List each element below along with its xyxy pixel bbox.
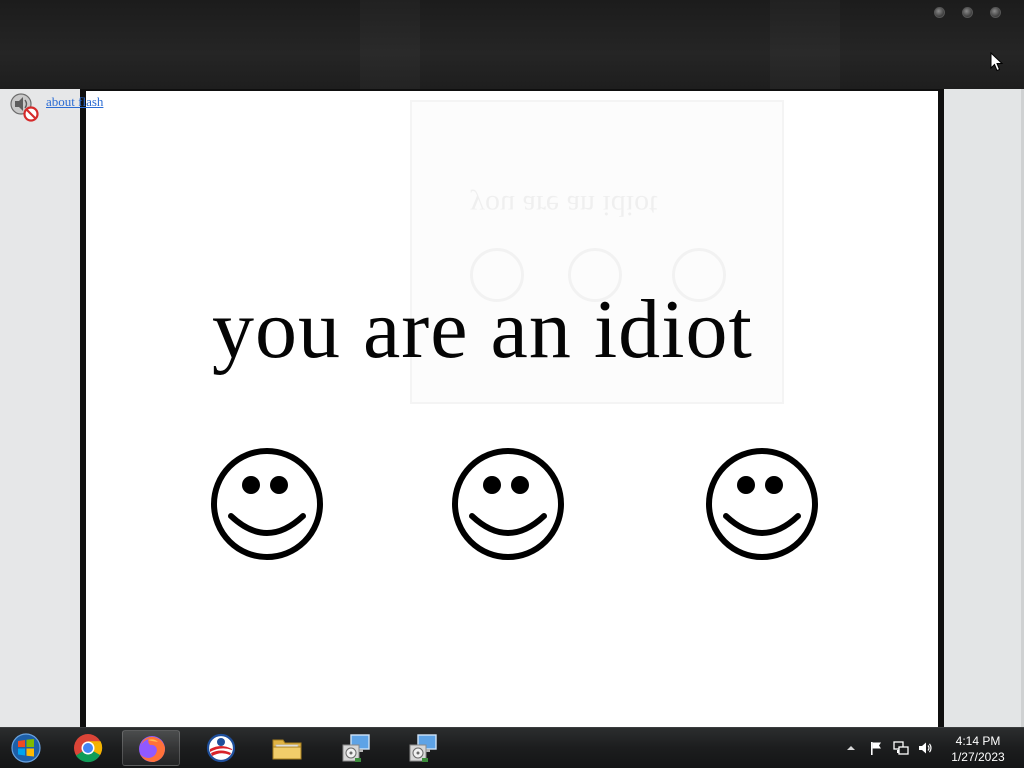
clock-date: 1/27/2023 (951, 750, 1005, 764)
maximize-icon[interactable] (962, 7, 973, 18)
mouse-cursor-icon (990, 52, 1004, 72)
taskbar-chrome[interactable] (59, 730, 117, 766)
clock-time: 4:14 PM (955, 734, 1001, 748)
volume-icon[interactable] (917, 740, 933, 756)
taskbar-installer-2[interactable] (393, 730, 451, 766)
smiley-face-icon (211, 448, 323, 560)
ghost-frame (770, 0, 840, 89)
show-hidden-icons-arrow[interactable] (846, 743, 856, 753)
taskbar: 4:14 PM 1/27/2023 (0, 727, 1024, 768)
taskbar-file-explorer[interactable] (258, 730, 316, 766)
start-button[interactable] (0, 730, 58, 766)
chrome-icon (74, 734, 103, 763)
folder-icon (272, 739, 302, 760)
ghost-headline: you are an idiot (470, 189, 658, 222)
minimize-icon[interactable] (934, 7, 945, 18)
installer-icon (409, 734, 437, 762)
windows-logo-icon (11, 733, 41, 763)
action-center-flag-icon[interactable] (868, 740, 884, 756)
left-margin-pane (0, 89, 80, 727)
flash-muted-speaker-icon (10, 93, 39, 122)
network-icon[interactable] (893, 740, 909, 756)
ghost-frame (360, 0, 420, 89)
taskbar-firefox[interactable] (122, 730, 180, 766)
taskbar-installer-1[interactable] (326, 730, 384, 766)
close-icon[interactable] (990, 7, 1001, 18)
taskbar-clock[interactable]: 4:14 PM 1/27/2023 (945, 733, 1011, 765)
headline-text: you are an idiot (212, 283, 753, 376)
opera-icon (206, 733, 236, 763)
taskbar-opera[interactable] (192, 730, 250, 766)
firefox-icon (139, 736, 165, 762)
installer-icon (342, 734, 370, 762)
about-flash-link[interactable]: about flash (46, 94, 103, 110)
desktop-screen: you are an idiot about flash you are an … (0, 0, 1024, 768)
window-title-bar (0, 0, 1024, 89)
right-margin-pane (944, 89, 1024, 727)
smiley-face-icon (706, 448, 818, 560)
smiley-face-icon (452, 448, 564, 560)
